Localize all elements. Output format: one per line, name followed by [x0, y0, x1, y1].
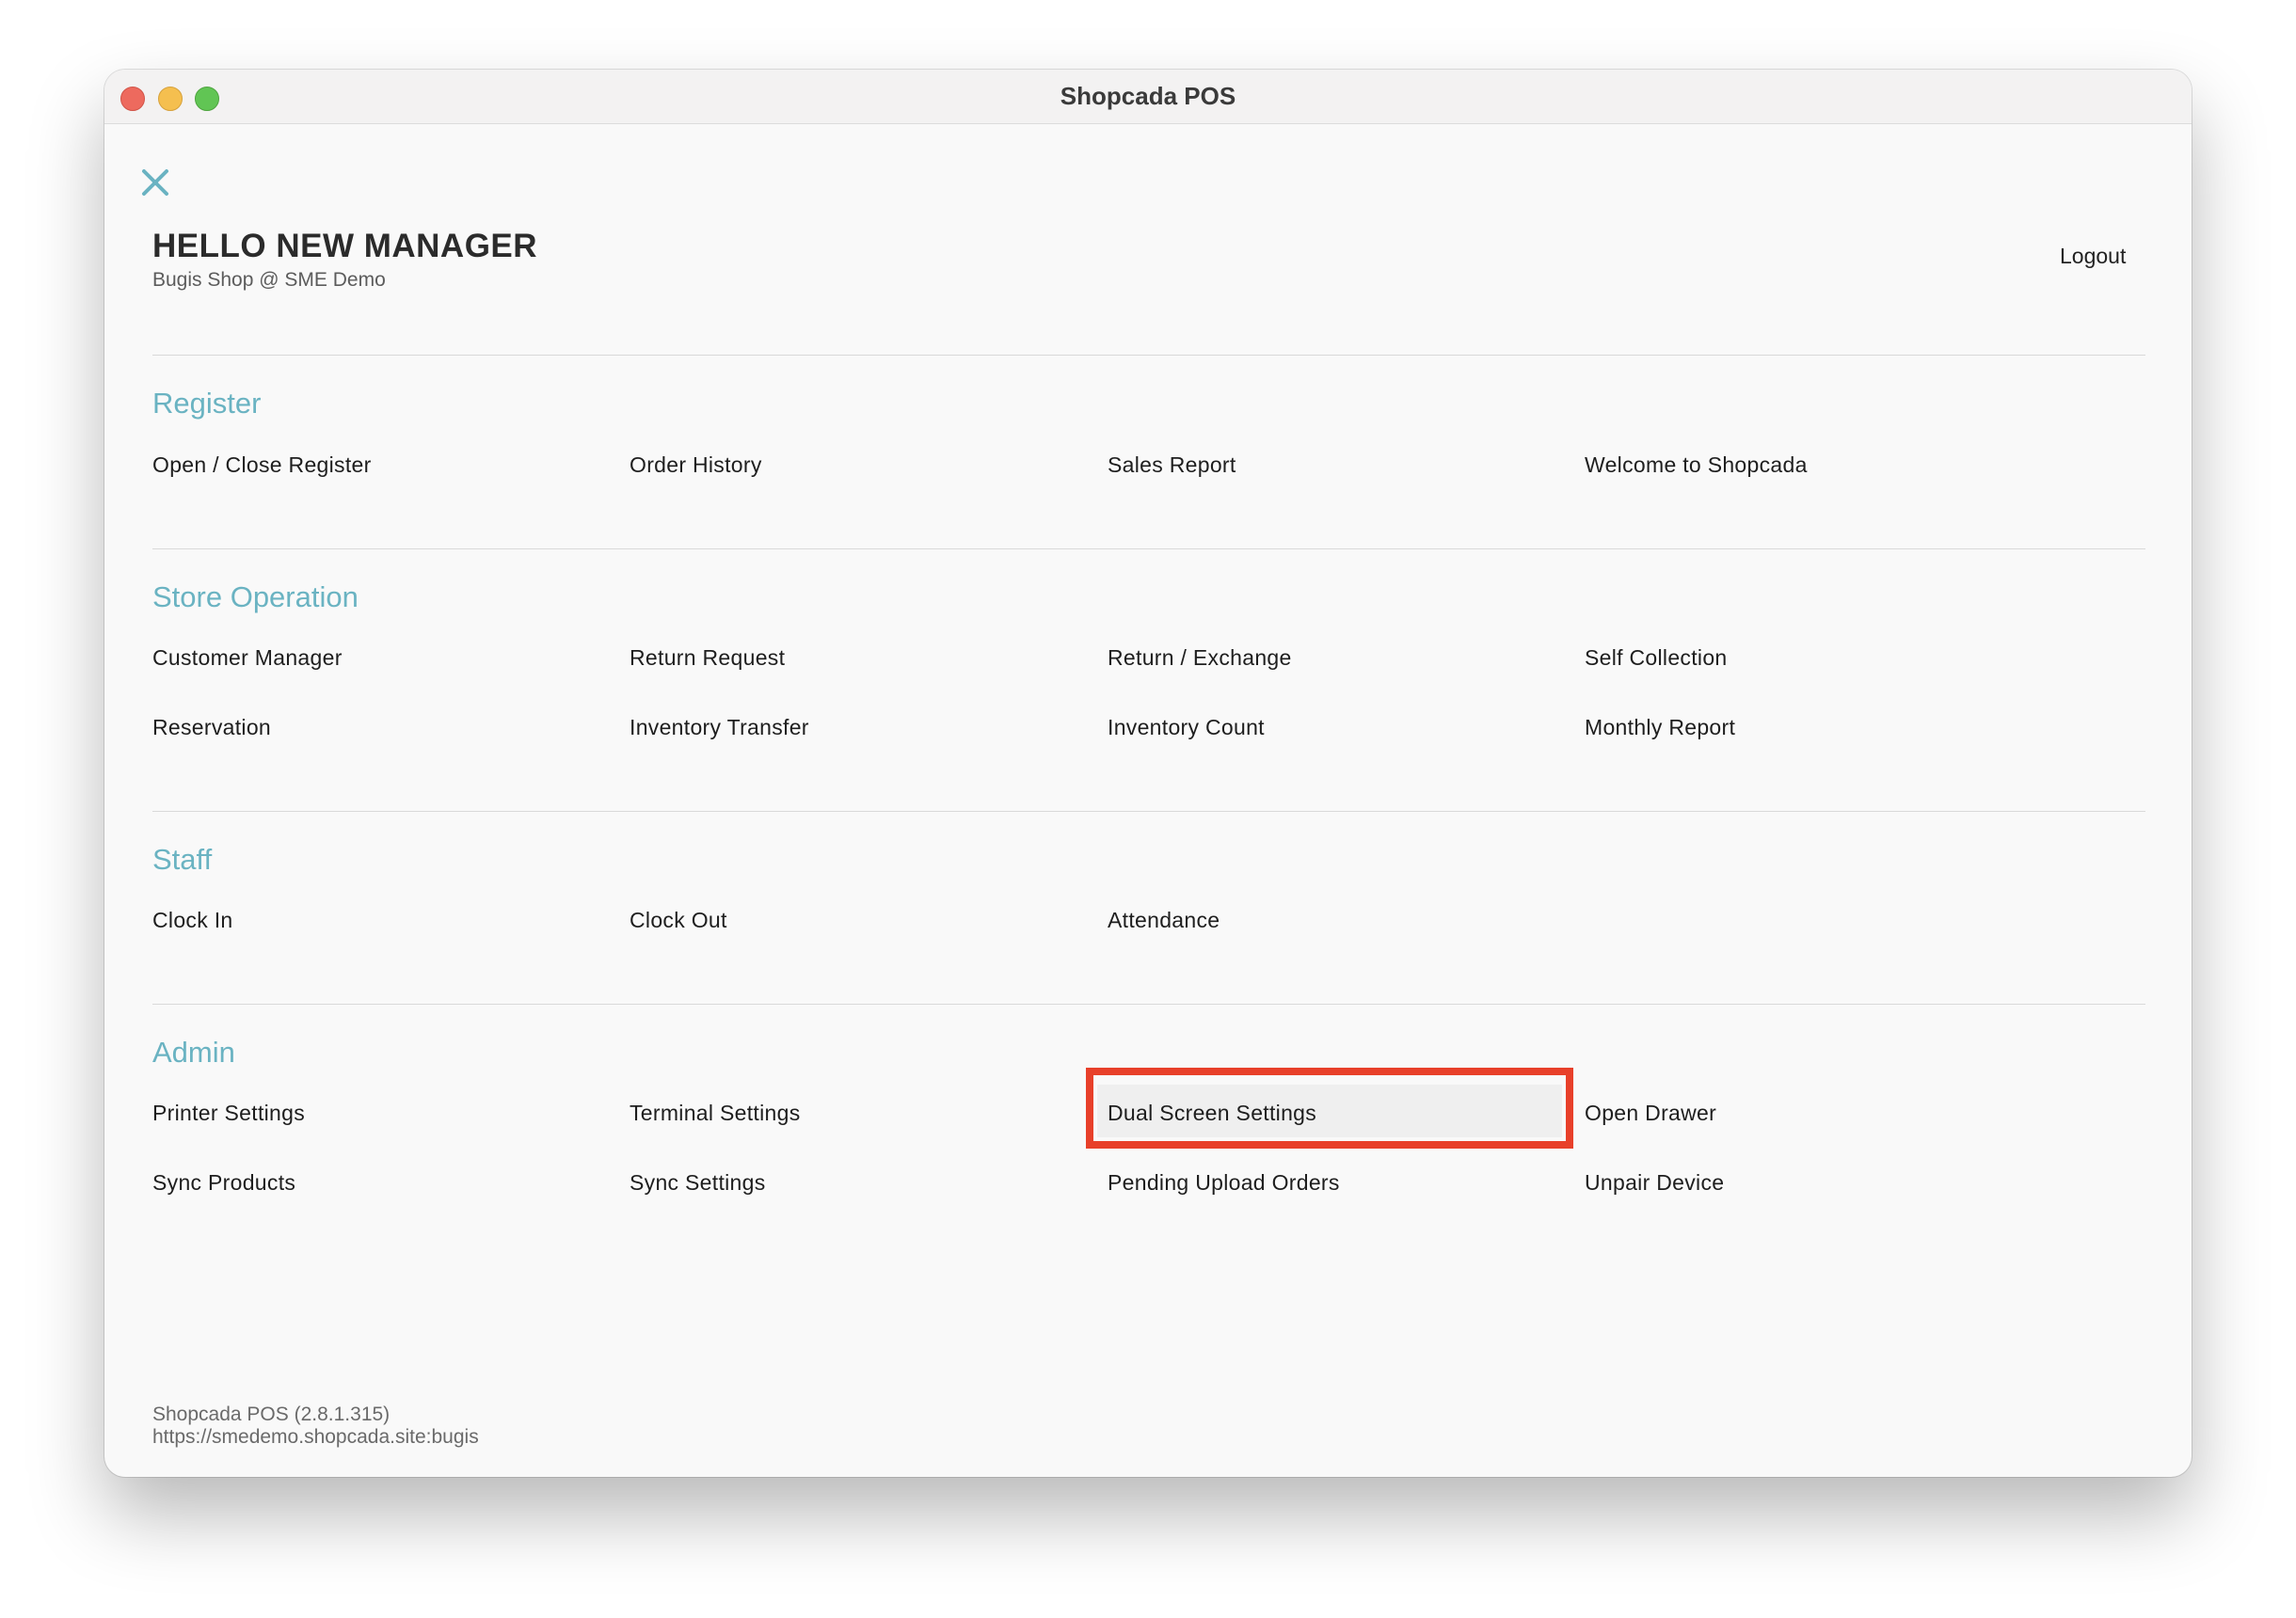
staff-section: Staff — [152, 811, 2145, 876]
store-operation-section: Store Operation — [152, 548, 2145, 613]
app-window: Shopcada POS HELLO NEW MANAGER Bugis Sho… — [104, 70, 2192, 1477]
menu-inventory-count[interactable]: Inventory Count — [1108, 715, 1265, 740]
menu-monthly-report[interactable]: Monthly Report — [1585, 715, 1735, 740]
section-divider — [152, 1004, 2145, 1005]
close-icon[interactable] — [138, 166, 172, 199]
section-divider — [152, 548, 2145, 549]
menu-open-close-register[interactable]: Open / Close Register — [152, 452, 372, 478]
menu-sales-report[interactable]: Sales Report — [1108, 452, 1236, 478]
menu-sync-products[interactable]: Sync Products — [152, 1170, 295, 1196]
section-heading-staff: Staff — [152, 843, 213, 876]
menu-sync-settings[interactable]: Sync Settings — [630, 1170, 766, 1196]
menu-clock-in[interactable]: Clock In — [152, 908, 232, 933]
menu-welcome-to-shopcada[interactable]: Welcome to Shopcada — [1585, 452, 1808, 478]
title-bar: Shopcada POS — [104, 70, 2192, 124]
window-title: Shopcada POS — [1060, 82, 1236, 110]
menu-attendance[interactable]: Attendance — [1108, 908, 1220, 933]
section-divider — [152, 811, 2145, 812]
menu-terminal-settings[interactable]: Terminal Settings — [630, 1101, 801, 1126]
section-heading-store-operation: Store Operation — [152, 580, 359, 613]
section-heading-admin: Admin — [152, 1036, 235, 1069]
menu-inventory-transfer[interactable]: Inventory Transfer — [630, 715, 809, 740]
menu-pending-upload-orders[interactable]: Pending Upload Orders — [1108, 1170, 1340, 1196]
register-section: Register — [152, 355, 2145, 420]
menu-return-request[interactable]: Return Request — [630, 645, 785, 671]
store-subtitle: Bugis Shop @ SME Demo — [152, 269, 386, 291]
footer-version: Shopcada POS (2.8.1.315) — [152, 1404, 391, 1425]
menu-reservation[interactable]: Reservation — [152, 715, 271, 740]
menu-customer-manager[interactable]: Customer Manager — [152, 645, 343, 671]
logout-button[interactable]: Logout — [2060, 244, 2126, 269]
menu-return-exchange[interactable]: Return / Exchange — [1108, 645, 1292, 671]
footer-url: https://smedemo.shopcada.site:bugis — [152, 1426, 479, 1448]
menu-order-history[interactable]: Order History — [630, 452, 762, 478]
menu-dual-screen-settings[interactable]: Dual Screen Settings — [1108, 1101, 1316, 1126]
menu-open-drawer[interactable]: Open Drawer — [1585, 1101, 1716, 1126]
menu-printer-settings[interactable]: Printer Settings — [152, 1101, 305, 1126]
section-heading-register: Register — [152, 387, 262, 420]
menu-self-collection[interactable]: Self Collection — [1585, 645, 1728, 671]
menu-unpair-device[interactable]: Unpair Device — [1585, 1170, 1724, 1196]
section-divider — [152, 355, 2145, 356]
admin-section: Admin — [152, 1004, 2145, 1069]
menu-clock-out[interactable]: Clock Out — [630, 908, 727, 933]
greeting-title: HELLO NEW MANAGER — [152, 228, 538, 264]
